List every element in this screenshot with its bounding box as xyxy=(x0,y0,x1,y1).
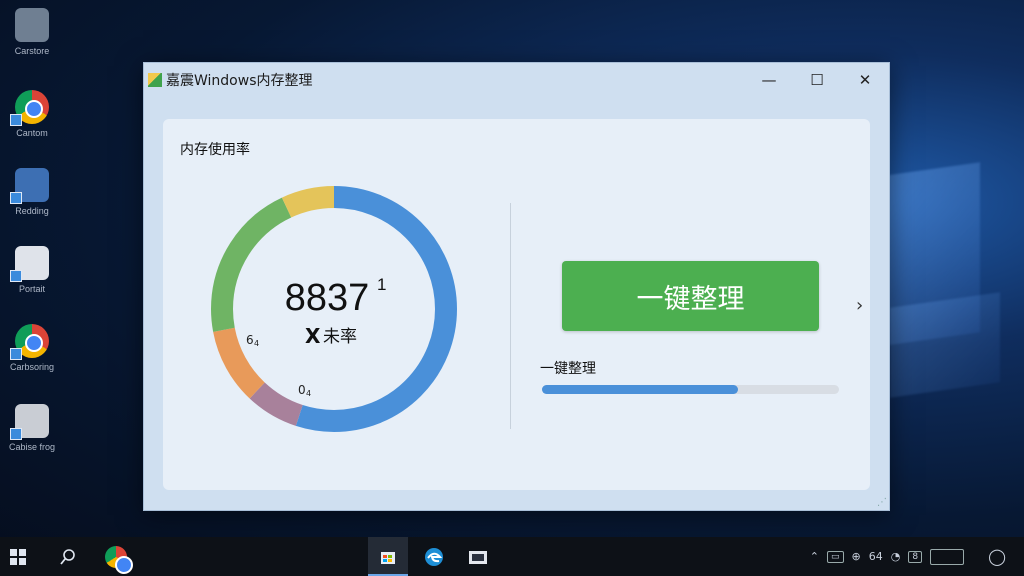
shortcut-icon xyxy=(10,428,22,440)
speaker-icon[interactable]: 64 xyxy=(869,550,883,563)
gauge-label: 未率 xyxy=(323,327,357,347)
memory-usage-gauge: 8837 1 X 未率 6 4 0 4 xyxy=(211,186,457,432)
memory-panel: 内存使用率 8837 1 X 未率 6 4 0 4 一键整理 › 一键整理 xyxy=(163,119,870,490)
windows-start-icon[interactable] xyxy=(0,537,36,576)
progress-bar xyxy=(542,385,839,394)
desktop-icon-cabise-frog[interactable]: Cabise frog xyxy=(6,404,58,452)
close-button[interactable]: ✕ xyxy=(841,63,889,97)
divider xyxy=(510,203,511,429)
store-icon xyxy=(15,8,49,42)
clock-icon[interactable]: ◔ xyxy=(891,550,901,563)
segment-label-bottom-sub: 4 xyxy=(306,389,311,398)
network-icon[interactable]: ⊕ xyxy=(852,550,861,563)
segment-label-left: 6 xyxy=(246,333,254,347)
explorer-icon[interactable] xyxy=(460,537,496,576)
desktop-icon-carstore[interactable]: Carstore xyxy=(6,8,58,56)
gauge-value: 8837 xyxy=(285,277,370,319)
shortcut-icon xyxy=(10,114,22,126)
title-bar[interactable]: 嘉震Windows内存整理 — ☐ ✕ xyxy=(144,63,889,97)
progress-label: 一键整理 xyxy=(540,361,596,377)
resize-grip-icon[interactable]: ⋰ xyxy=(877,497,887,508)
desktop-icon-label: Portait xyxy=(18,284,45,294)
chrome-icon[interactable] xyxy=(98,537,134,576)
action-center-icon[interactable]: ◯ xyxy=(988,547,1006,566)
system-tray: ⌃ ▭ ⊕ 64 ◔ 8 ◯ xyxy=(810,537,1024,576)
desktop-icon-label: Redding xyxy=(15,206,49,216)
desktop-icon-label: Cabise frog xyxy=(8,442,56,452)
keyboard-icon[interactable] xyxy=(930,548,965,565)
app-logo-icon xyxy=(148,73,162,87)
wallpaper-light xyxy=(890,292,1000,398)
shortcut-icon xyxy=(10,192,22,204)
desktop-icon-label: Carstore xyxy=(14,46,50,56)
shortcut-icon xyxy=(10,270,22,282)
maximize-button[interactable]: ☐ xyxy=(793,63,841,97)
chevron-right-icon[interactable]: › xyxy=(856,295,863,316)
app-window: 嘉震Windows内存整理 — ☐ ✕ 内存使用率 8837 1 X 未率 6 … xyxy=(143,62,890,511)
progress-fill xyxy=(542,385,739,394)
section-title: 内存使用率 xyxy=(180,142,250,158)
gauge-superscript: 1 xyxy=(377,275,386,294)
desktop-icon-cantom[interactable]: Cantom xyxy=(6,90,58,138)
taskbar: ⌃ ▭ ⊕ 64 ◔ 8 ◯ xyxy=(0,537,1024,576)
store-icon[interactable] xyxy=(368,537,408,576)
battery-icon[interactable]: ▭ xyxy=(827,550,844,563)
gauge-mark: X xyxy=(305,324,321,348)
minimize-button[interactable]: — xyxy=(745,63,793,97)
window-title: 嘉震Windows内存整理 xyxy=(166,73,313,89)
shortcut-icon xyxy=(10,348,22,360)
desktop-icon-redding[interactable]: Redding xyxy=(6,168,58,216)
desktop-icon-carbsoring[interactable]: Carbsoring xyxy=(6,324,58,372)
desktop-icon-label: Cantom xyxy=(16,128,48,138)
edge-icon[interactable] xyxy=(416,537,452,576)
segment-label-bottom: 0 xyxy=(298,383,306,397)
segment-label-left-sub: 4 xyxy=(254,339,259,348)
notification-indicator[interactable]: 8 xyxy=(908,550,923,563)
chevron-up-icon[interactable]: ⌃ xyxy=(810,550,819,563)
one-click-clean-button[interactable]: 一键整理 xyxy=(562,261,819,331)
desktop-icon-label: Carbsoring xyxy=(9,362,55,372)
desktop-icon-portait[interactable]: Portait xyxy=(6,246,58,294)
search-icon[interactable] xyxy=(50,537,86,576)
